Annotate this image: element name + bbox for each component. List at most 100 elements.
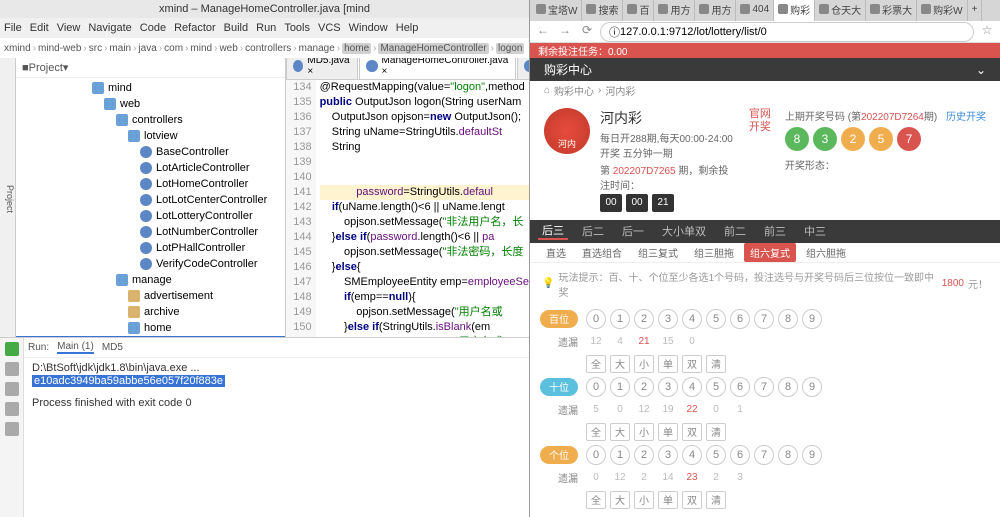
editor-tabs[interactable]: MD5.java ×ManageHomeController.java ×SME… <box>286 58 529 80</box>
crumb[interactable]: mind <box>190 43 212 54</box>
new-tab-button[interactable]: + <box>968 0 983 21</box>
crumb[interactable]: manage <box>299 43 335 54</box>
browser-tab[interactable]: 百 <box>623 0 654 21</box>
sub-tab[interactable]: 直选组合 <box>576 243 628 262</box>
filter-button[interactable]: 双 <box>682 491 702 509</box>
trash-icon[interactable] <box>5 422 19 436</box>
filter-button[interactable]: 清 <box>706 491 726 509</box>
console-output[interactable]: D:\BtSoft\jdk\jdk1.8\bin\java.exe ... e1… <box>24 358 529 517</box>
number-button[interactable]: 4 <box>682 377 702 397</box>
editor-tab[interactable]: ManageHomeController.java × <box>359 58 516 79</box>
ide-menubar[interactable]: FileEditViewNavigateCodeRefactorBuildRun… <box>0 18 529 38</box>
filter-button[interactable]: 双 <box>682 355 702 373</box>
tree-node[interactable]: LotLotCenterController <box>16 192 285 208</box>
crumb[interactable]: src <box>89 43 102 54</box>
tree-node[interactable]: advertisement <box>16 288 285 304</box>
sub-tabs[interactable]: 直选直选组合组三复式组三胆拖组六复式组六胆拖 <box>530 243 1000 263</box>
menu-tools[interactable]: Tools <box>284 22 310 34</box>
filter-button[interactable]: 清 <box>706 355 726 373</box>
browser-tab[interactable]: 用方 <box>654 0 695 21</box>
sub-tab[interactable]: 组六胆拖 <box>800 243 852 262</box>
number-button[interactable]: 0 <box>586 377 606 397</box>
tree-node[interactable]: LotLotteryController <box>16 208 285 224</box>
category-tab[interactable]: 中三 <box>800 223 830 239</box>
menu-vcs[interactable]: VCS <box>318 22 341 34</box>
menu-code[interactable]: Code <box>140 22 166 34</box>
crumb[interactable]: java <box>138 43 156 54</box>
star-icon[interactable]: ☆ <box>978 23 996 41</box>
history-link[interactable]: 历史开奖 <box>946 112 986 123</box>
filter-button[interactable]: 单 <box>658 423 678 441</box>
number-button[interactable]: 2 <box>634 309 654 329</box>
tree-node[interactable]: LotHomeController <box>16 176 285 192</box>
number-button[interactable]: 7 <box>754 377 774 397</box>
number-button[interactable]: 6 <box>730 445 750 465</box>
crumb[interactable]: home <box>342 43 371 54</box>
sub-tab[interactable]: 组六复式 <box>744 243 796 262</box>
number-button[interactable]: 4 <box>682 309 702 329</box>
ide-breadcrumb[interactable]: xmind›mind-web›src›main›java›com›mind›we… <box>0 38 529 58</box>
number-button[interactable]: 5 <box>706 377 726 397</box>
crumb[interactable]: controllers <box>245 43 291 54</box>
filter-button[interactable]: 双 <box>682 423 702 441</box>
crumb[interactable]: main <box>109 43 131 54</box>
project-pane-header[interactable]: ■ Project ▾ <box>16 58 285 78</box>
browser-tab[interactable]: 购彩 <box>774 0 815 21</box>
tree-node[interactable]: lotview <box>16 128 285 144</box>
number-button[interactable]: 8 <box>778 377 798 397</box>
filter-button[interactable]: 小 <box>634 423 654 441</box>
browser-tabs[interactable]: 宝塔W搜索百用方用方404购彩仓天大彩票大购彩W+ <box>530 0 1000 21</box>
menu-build[interactable]: Build <box>224 22 248 34</box>
filter-button[interactable]: 大 <box>610 355 630 373</box>
project-toolwindow-stripe[interactable]: Project <box>0 58 16 337</box>
number-button[interactable]: 5 <box>706 445 726 465</box>
tree-node[interactable]: archive <box>16 304 285 320</box>
project-tree[interactable]: mindwebcontrollerslotviewBaseControllerL… <box>16 78 285 337</box>
menu-window[interactable]: Window <box>349 22 388 34</box>
run-tabs[interactable]: Run: Main (1) MD5 <box>24 338 529 358</box>
stop-icon[interactable] <box>5 362 19 376</box>
rerun-icon[interactable] <box>5 342 19 356</box>
filter-button[interactable]: 小 <box>634 491 654 509</box>
number-button[interactable]: 6 <box>730 309 750 329</box>
section-header[interactable]: 购彩中心⌄ <box>530 58 1000 81</box>
number-button[interactable]: 1 <box>610 377 630 397</box>
tree-node[interactable]: home <box>16 320 285 336</box>
filter-button[interactable]: 全 <box>586 423 606 441</box>
sub-tab[interactable]: 组三胆拖 <box>688 243 740 262</box>
sub-tab[interactable]: 组三复式 <box>632 243 684 262</box>
editor-tab[interactable]: MD5.java × <box>286 58 358 79</box>
filter-button[interactable]: 清 <box>706 423 726 441</box>
number-button[interactable]: 9 <box>802 445 822 465</box>
number-button[interactable]: 1 <box>610 445 630 465</box>
browser-tab[interactable]: 搜索 <box>582 0 623 21</box>
tree-node[interactable]: controllers <box>16 112 285 128</box>
category-tab[interactable]: 前三 <box>760 223 790 239</box>
menu-navigate[interactable]: Navigate <box>88 22 131 34</box>
menu-refactor[interactable]: Refactor <box>174 22 216 34</box>
browser-tab[interactable]: 彩票大 <box>866 0 917 21</box>
category-tab[interactable]: 大小单双 <box>658 223 710 239</box>
crumb[interactable]: mind-web <box>38 43 81 54</box>
editor-tab[interactable]: SMEmploye × <box>517 58 529 79</box>
category-tab[interactable]: 前二 <box>720 223 750 239</box>
filter-button[interactable]: 单 <box>658 491 678 509</box>
filter-button[interactable]: 全 <box>586 355 606 373</box>
number-button[interactable]: 2 <box>634 377 654 397</box>
filter-button[interactable]: 大 <box>610 423 630 441</box>
number-button[interactable]: 9 <box>802 309 822 329</box>
down-icon[interactable] <box>5 382 19 396</box>
crumb[interactable]: com <box>164 43 183 54</box>
number-button[interactable]: 8 <box>778 445 798 465</box>
chevron-down-icon[interactable]: ⌄ <box>976 63 986 77</box>
category-tab[interactable]: 后一 <box>618 223 648 239</box>
number-button[interactable]: 2 <box>634 445 654 465</box>
filter-button[interactable]: 小 <box>634 355 654 373</box>
number-button[interactable]: 3 <box>658 377 678 397</box>
browser-tab[interactable]: 购彩W <box>917 0 967 21</box>
menu-help[interactable]: Help <box>396 22 419 34</box>
crumb[interactable]: web <box>219 43 237 54</box>
browser-tab[interactable]: 宝塔W <box>532 0 582 21</box>
tree-node[interactable]: LotNumberController <box>16 224 285 240</box>
category-tab[interactable]: 后三 <box>538 222 568 240</box>
